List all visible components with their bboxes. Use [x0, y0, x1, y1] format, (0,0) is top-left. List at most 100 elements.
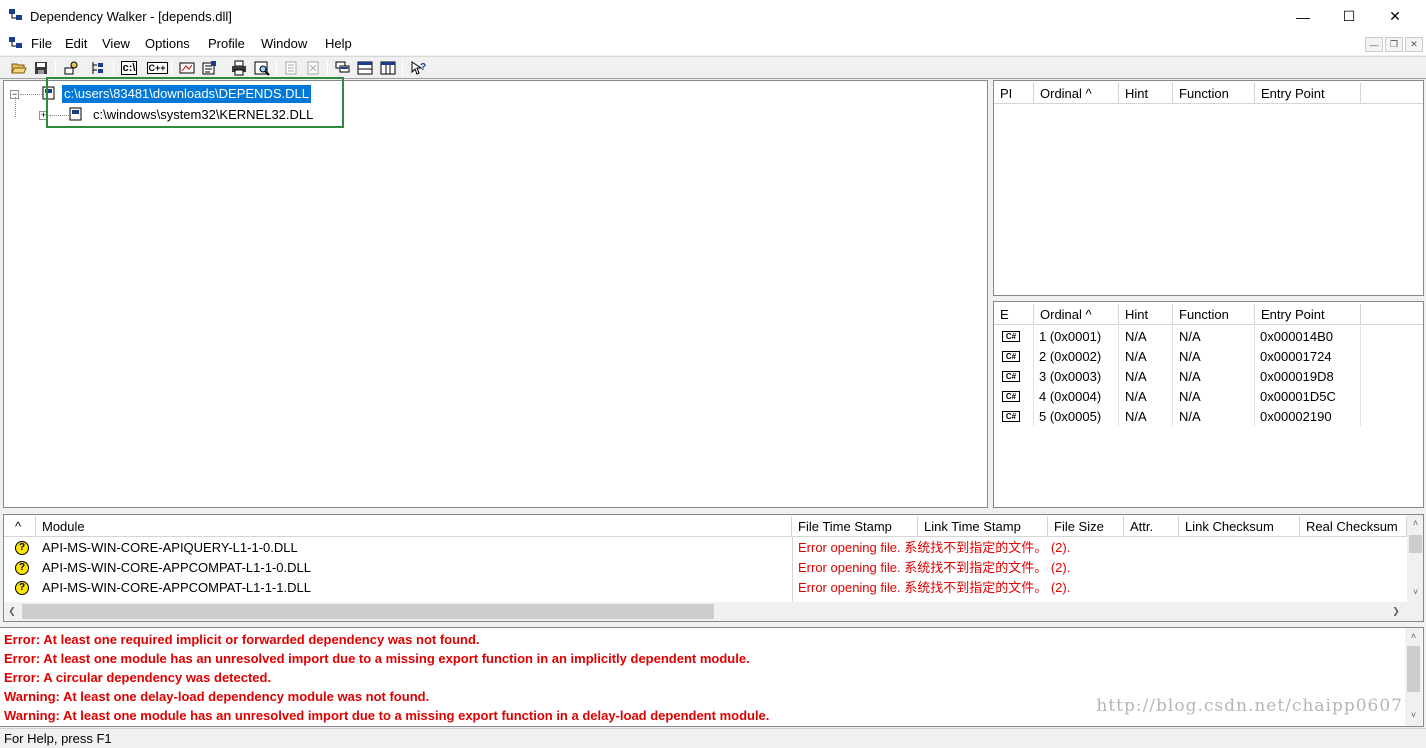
- app-icon: [9, 9, 22, 20]
- col-file-size[interactable]: File Size: [1048, 516, 1124, 537]
- module-cell: API-MS-WIN-CORE-APPCOMPAT-L1-1-1.DLL: [42, 580, 311, 595]
- find-button[interactable]: [90, 59, 108, 77]
- col-module[interactable]: Module: [36, 516, 792, 537]
- mdi-close-button[interactable]: ✕: [1405, 37, 1423, 52]
- entry-point-cell: 0x000019D8: [1260, 369, 1334, 384]
- log-pane[interactable]: Error: At least one required implicit or…: [0, 627, 1424, 727]
- module-list-header: ^ Module File Time Stamp Link Time Stamp…: [4, 516, 1407, 537]
- menu-edit[interactable]: Edit: [65, 36, 87, 51]
- scroll-thumb[interactable]: [22, 604, 714, 619]
- module-list-icon: [380, 61, 396, 75]
- module-list-pane[interactable]: ^ Module File Time Stamp Link Time Stamp…: [3, 514, 1424, 622]
- scroll-thumb[interactable]: [1409, 535, 1422, 553]
- expand-all-button[interactable]: [282, 59, 300, 77]
- table-row[interactable]: C# 1 (0x0001) N/A N/A 0x000014B0: [994, 327, 1423, 347]
- col-entry-point[interactable]: Entry Point: [1255, 304, 1361, 325]
- col-sort[interactable]: ^: [4, 516, 36, 537]
- table-row[interactable]: C# 3 (0x0003) N/A N/A 0x000019D8: [994, 367, 1423, 387]
- menu-help[interactable]: Help: [325, 36, 352, 51]
- menu-window[interactable]: Window: [261, 36, 307, 51]
- auto-expand-button[interactable]: [178, 59, 196, 77]
- function-cell: N/A: [1179, 409, 1201, 424]
- undecorate-cpp-button[interactable]: C++: [146, 59, 168, 77]
- full-paths-button[interactable]: c:\: [120, 59, 138, 77]
- col-hint[interactable]: Hint: [1119, 304, 1173, 325]
- menu-view[interactable]: View: [102, 36, 130, 51]
- document-icon[interactable]: [9, 37, 25, 51]
- scroll-up-icon[interactable]: ˄: [1409, 518, 1422, 528]
- col-e[interactable]: E: [994, 304, 1034, 325]
- col-function[interactable]: Function: [1173, 83, 1255, 104]
- module-list-hscrollbar[interactable]: ❮ ❯: [4, 602, 1407, 621]
- table-row[interactable]: C# 2 (0x0002) N/A N/A 0x00001724: [994, 347, 1423, 367]
- watermark: http://blog.csdn.net/chaipp0607: [1096, 696, 1403, 716]
- scroll-right-icon[interactable]: ❯: [1390, 606, 1402, 617]
- col-ordinal[interactable]: Ordinal ^: [1034, 83, 1119, 104]
- log-vscrollbar[interactable]: ˄ ˅: [1405, 628, 1422, 726]
- hint-cell: N/A: [1125, 329, 1147, 344]
- col-file-time-stamp[interactable]: File Time Stamp: [792, 516, 918, 537]
- view-module-icon: [254, 61, 270, 76]
- col-real-checksum[interactable]: Real Checksum: [1300, 516, 1407, 537]
- log-line: Error: At least one required implicit or…: [4, 632, 480, 647]
- mdi-restore-button[interactable]: ❐: [1385, 37, 1403, 52]
- export-function-icon: C#: [1002, 351, 1020, 362]
- col-entry-point[interactable]: Entry Point: [1255, 83, 1361, 104]
- table-row[interactable]: C# 5 (0x0005) N/A N/A 0x00002190: [994, 407, 1423, 427]
- module-tree-button[interactable]: [356, 59, 374, 77]
- view-module-button[interactable]: [253, 59, 271, 77]
- module-list-vscrollbar[interactable]: ˄ ˅: [1407, 515, 1423, 621]
- col-function[interactable]: Function: [1173, 304, 1255, 325]
- help-icon: ?: [411, 61, 426, 75]
- status-text: For Help, press F1: [4, 731, 112, 746]
- open-button[interactable]: [10, 59, 28, 77]
- col-link-time-stamp[interactable]: Link Time Stamp: [918, 516, 1048, 537]
- scroll-left-icon[interactable]: ❮: [6, 606, 18, 617]
- collapse-all-button[interactable]: [304, 59, 322, 77]
- table-row[interactable]: ? API-MS-WIN-CORE-APPCOMPAT-L1-1-0.DLL E…: [4, 558, 1407, 578]
- col-link-checksum[interactable]: Link Checksum: [1179, 516, 1300, 537]
- col-hint[interactable]: Hint: [1119, 83, 1173, 104]
- imports-pane[interactable]: PI Ordinal ^ Hint Function Entry Point: [993, 80, 1424, 296]
- module-cell: API-MS-WIN-CORE-APPCOMPAT-L1-1-0.DLL: [42, 560, 311, 575]
- save-button[interactable]: [32, 59, 50, 77]
- module-cell: API-MS-WIN-CORE-APIQUERY-L1-1-0.DLL: [42, 540, 298, 555]
- entry-point-cell: 0x00001D5C: [1260, 389, 1336, 404]
- table-row[interactable]: C# 4 (0x0004) N/A N/A 0x00001D5C: [994, 387, 1423, 407]
- menu-options[interactable]: Options: [145, 36, 190, 51]
- table-row[interactable]: ? API-MS-WIN-CORE-APPCOMPAT-L1-1-1.DLL E…: [4, 578, 1407, 598]
- function-cell: N/A: [1179, 329, 1201, 344]
- hint-cell: N/A: [1125, 349, 1147, 364]
- menu-profile[interactable]: Profile: [208, 36, 245, 51]
- minimize-button[interactable]: —: [1280, 0, 1326, 33]
- print-button[interactable]: [230, 59, 248, 77]
- log-line: Error: At least one module has an unreso…: [4, 651, 750, 666]
- restore-icon: ❐: [1389, 39, 1399, 49]
- close-button[interactable]: ✕: [1372, 0, 1418, 33]
- table-row[interactable]: ? API-MS-WIN-CORE-APIQUERY-L1-1-0.DLL Er…: [4, 538, 1407, 558]
- open-icon: [11, 63, 27, 74]
- ordinal-cell: 1 (0x0001): [1039, 329, 1102, 344]
- warning-icon: ?: [15, 541, 29, 555]
- maximize-button[interactable]: ☐: [1326, 0, 1372, 33]
- module-tree-pane[interactable]: − c:\users\83481\downloads\DEPENDS.DLL +…: [3, 80, 988, 508]
- help-button[interactable]: ?: [409, 59, 427, 77]
- full-paths-icon: c:\: [120, 61, 138, 75]
- menu-file[interactable]: File: [31, 36, 52, 51]
- scroll-thumb[interactable]: [1407, 646, 1420, 692]
- properties-button[interactable]: [200, 59, 218, 77]
- col-ordinal[interactable]: Ordinal ^: [1034, 304, 1119, 325]
- scroll-down-icon[interactable]: ˅: [1407, 710, 1420, 720]
- maximize-icon: ☐: [1342, 8, 1356, 24]
- scroll-down-icon[interactable]: ˅: [1409, 587, 1422, 597]
- scroll-up-icon[interactable]: ˄: [1407, 631, 1420, 641]
- system-info-button[interactable]: [334, 59, 352, 77]
- module-list-button[interactable]: [379, 59, 397, 77]
- copy-button[interactable]: [62, 59, 80, 77]
- col-pi[interactable]: PI: [994, 83, 1034, 104]
- copy-icon: [64, 61, 78, 75]
- close-icon: ✕: [1389, 8, 1401, 24]
- exports-pane[interactable]: E Ordinal ^ Hint Function Entry Point C#…: [993, 301, 1424, 508]
- mdi-minimize-button[interactable]: —: [1365, 37, 1383, 52]
- col-attr[interactable]: Attr.: [1124, 516, 1179, 537]
